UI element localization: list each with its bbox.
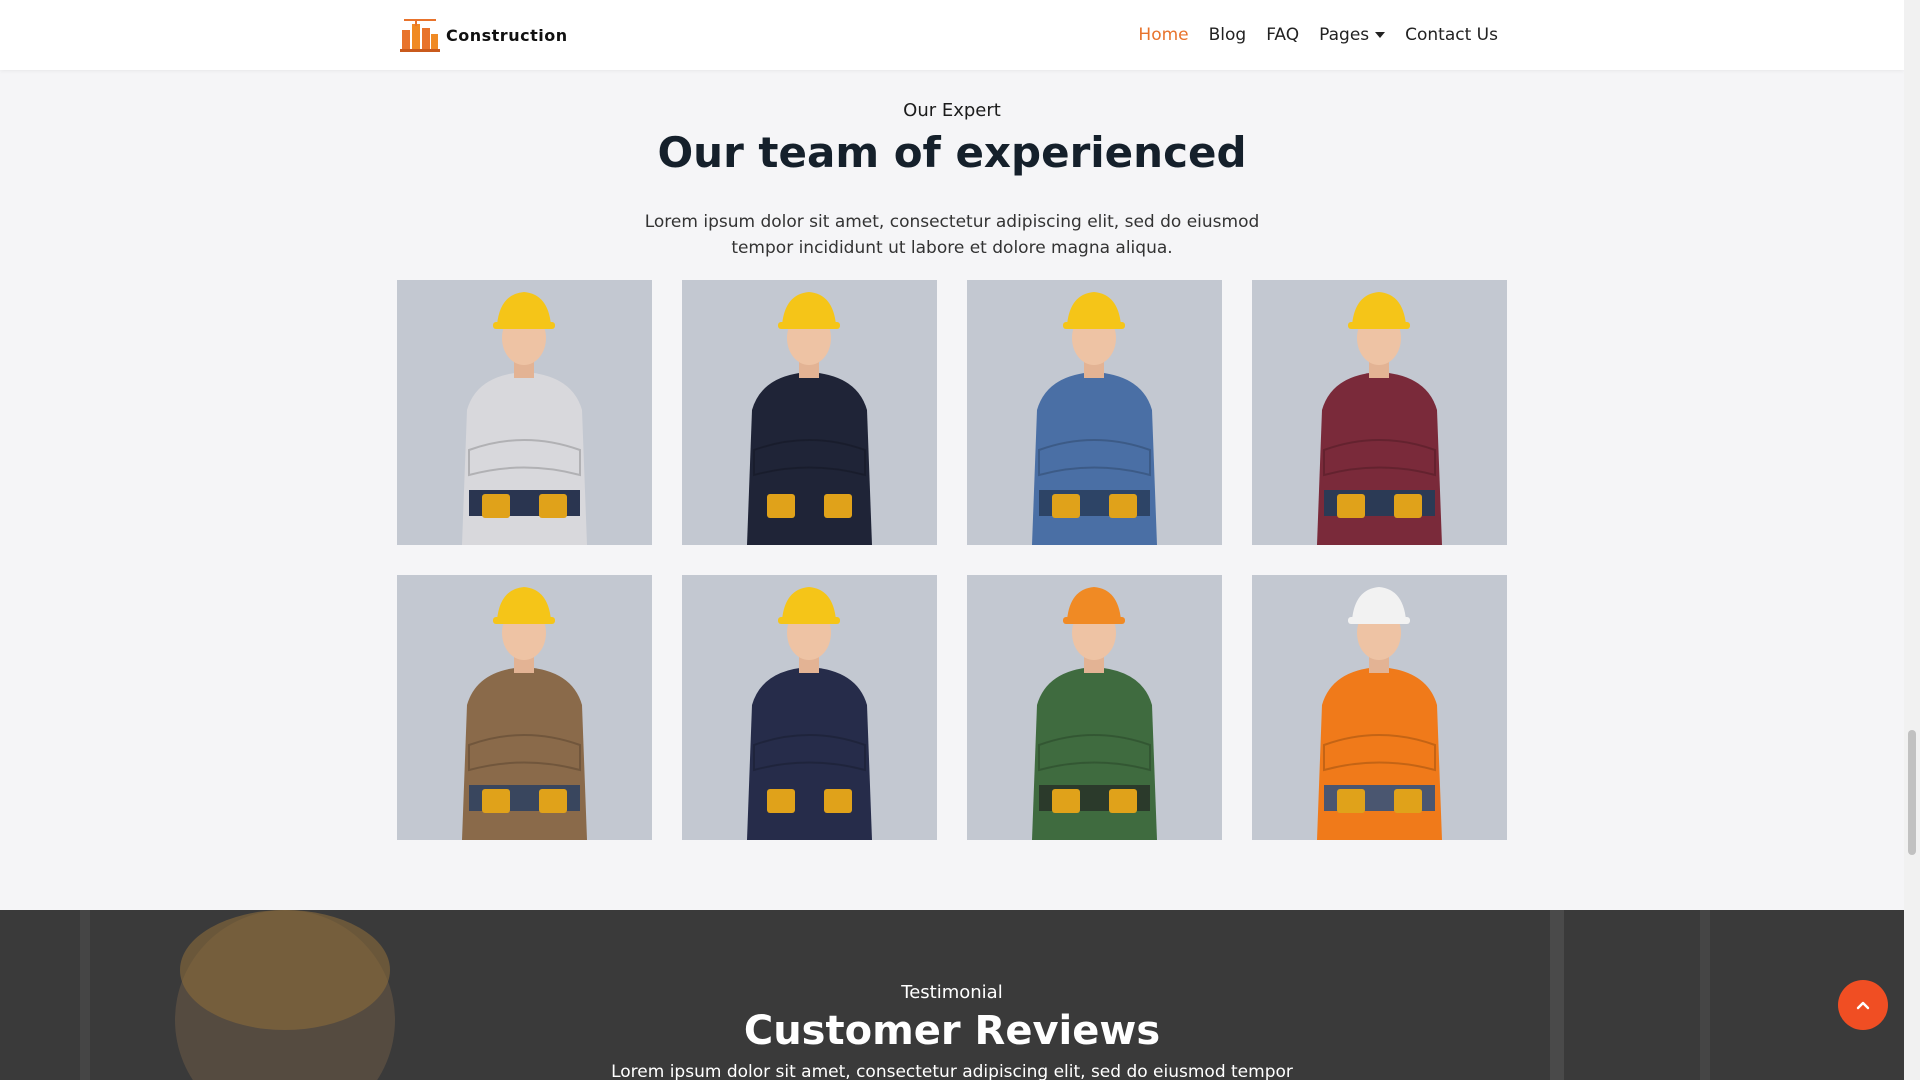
worker-photo xyxy=(462,587,587,840)
testimonial-title: Customer Reviews xyxy=(743,1008,1161,1054)
page-scrollbar[interactable] xyxy=(1904,0,1920,1080)
team-eyebrow: Our Expert xyxy=(903,100,1001,121)
nav-contact[interactable]: Contact Us xyxy=(1405,25,1498,45)
nav-pages-dropdown[interactable]: Pages xyxy=(1319,25,1386,45)
chevron-up-icon xyxy=(1856,1001,1870,1010)
navbar: Construction Home Blog FAQ Pages Contact… xyxy=(0,0,1904,70)
testimonial-section: Testimonial Customer Reviews Lorem ipsum… xyxy=(0,910,1904,1080)
testimonial-eyebrow: Testimonial xyxy=(901,982,1003,1003)
building-crane-icon xyxy=(400,19,440,52)
back-to-top-button[interactable] xyxy=(1838,980,1888,1030)
nav-blog[interactable]: Blog xyxy=(1209,25,1247,45)
team-member-card[interactable] xyxy=(397,280,652,545)
nav-faq[interactable]: FAQ xyxy=(1266,25,1299,45)
worker-photo xyxy=(747,587,872,840)
team-member-card[interactable] xyxy=(1252,575,1507,840)
team-member-card[interactable] xyxy=(967,280,1222,545)
worker-photo xyxy=(747,292,872,545)
worker-photo xyxy=(462,292,587,545)
scrollbar-thumb[interactable] xyxy=(1908,730,1916,855)
brand-name: Construction xyxy=(446,25,568,45)
worker-photo xyxy=(1032,587,1157,840)
team-title: Our team of experienced xyxy=(657,128,1247,177)
team-description: Lorem ipsum dolor sit amet, consectetur … xyxy=(644,212,1260,258)
main-nav: Home Blog FAQ Pages Contact Us xyxy=(1138,0,1498,70)
nav-pages-label: Pages xyxy=(1319,25,1370,45)
team-member-card[interactable] xyxy=(682,280,937,545)
caret-down-icon xyxy=(1375,32,1386,38)
nav-home[interactable]: Home xyxy=(1138,25,1188,45)
page: Construction Home Blog FAQ Pages Contact… xyxy=(0,0,1904,1080)
team-section: Our Expert Our team of experienced Lorem… xyxy=(0,70,1904,910)
worker-photo xyxy=(1317,292,1442,545)
team-member-card[interactable] xyxy=(397,575,652,840)
team-member-card[interactable] xyxy=(1252,280,1507,545)
testimonial-description: Lorem ipsum dolor sit amet, consectetur … xyxy=(611,1062,1293,1080)
worker-photo xyxy=(1317,587,1442,840)
team-member-card[interactable] xyxy=(682,575,937,840)
worker-photo xyxy=(1032,292,1157,545)
team-member-card[interactable] xyxy=(967,575,1222,840)
brand[interactable]: Construction xyxy=(400,18,568,52)
team-grid xyxy=(397,280,1509,840)
